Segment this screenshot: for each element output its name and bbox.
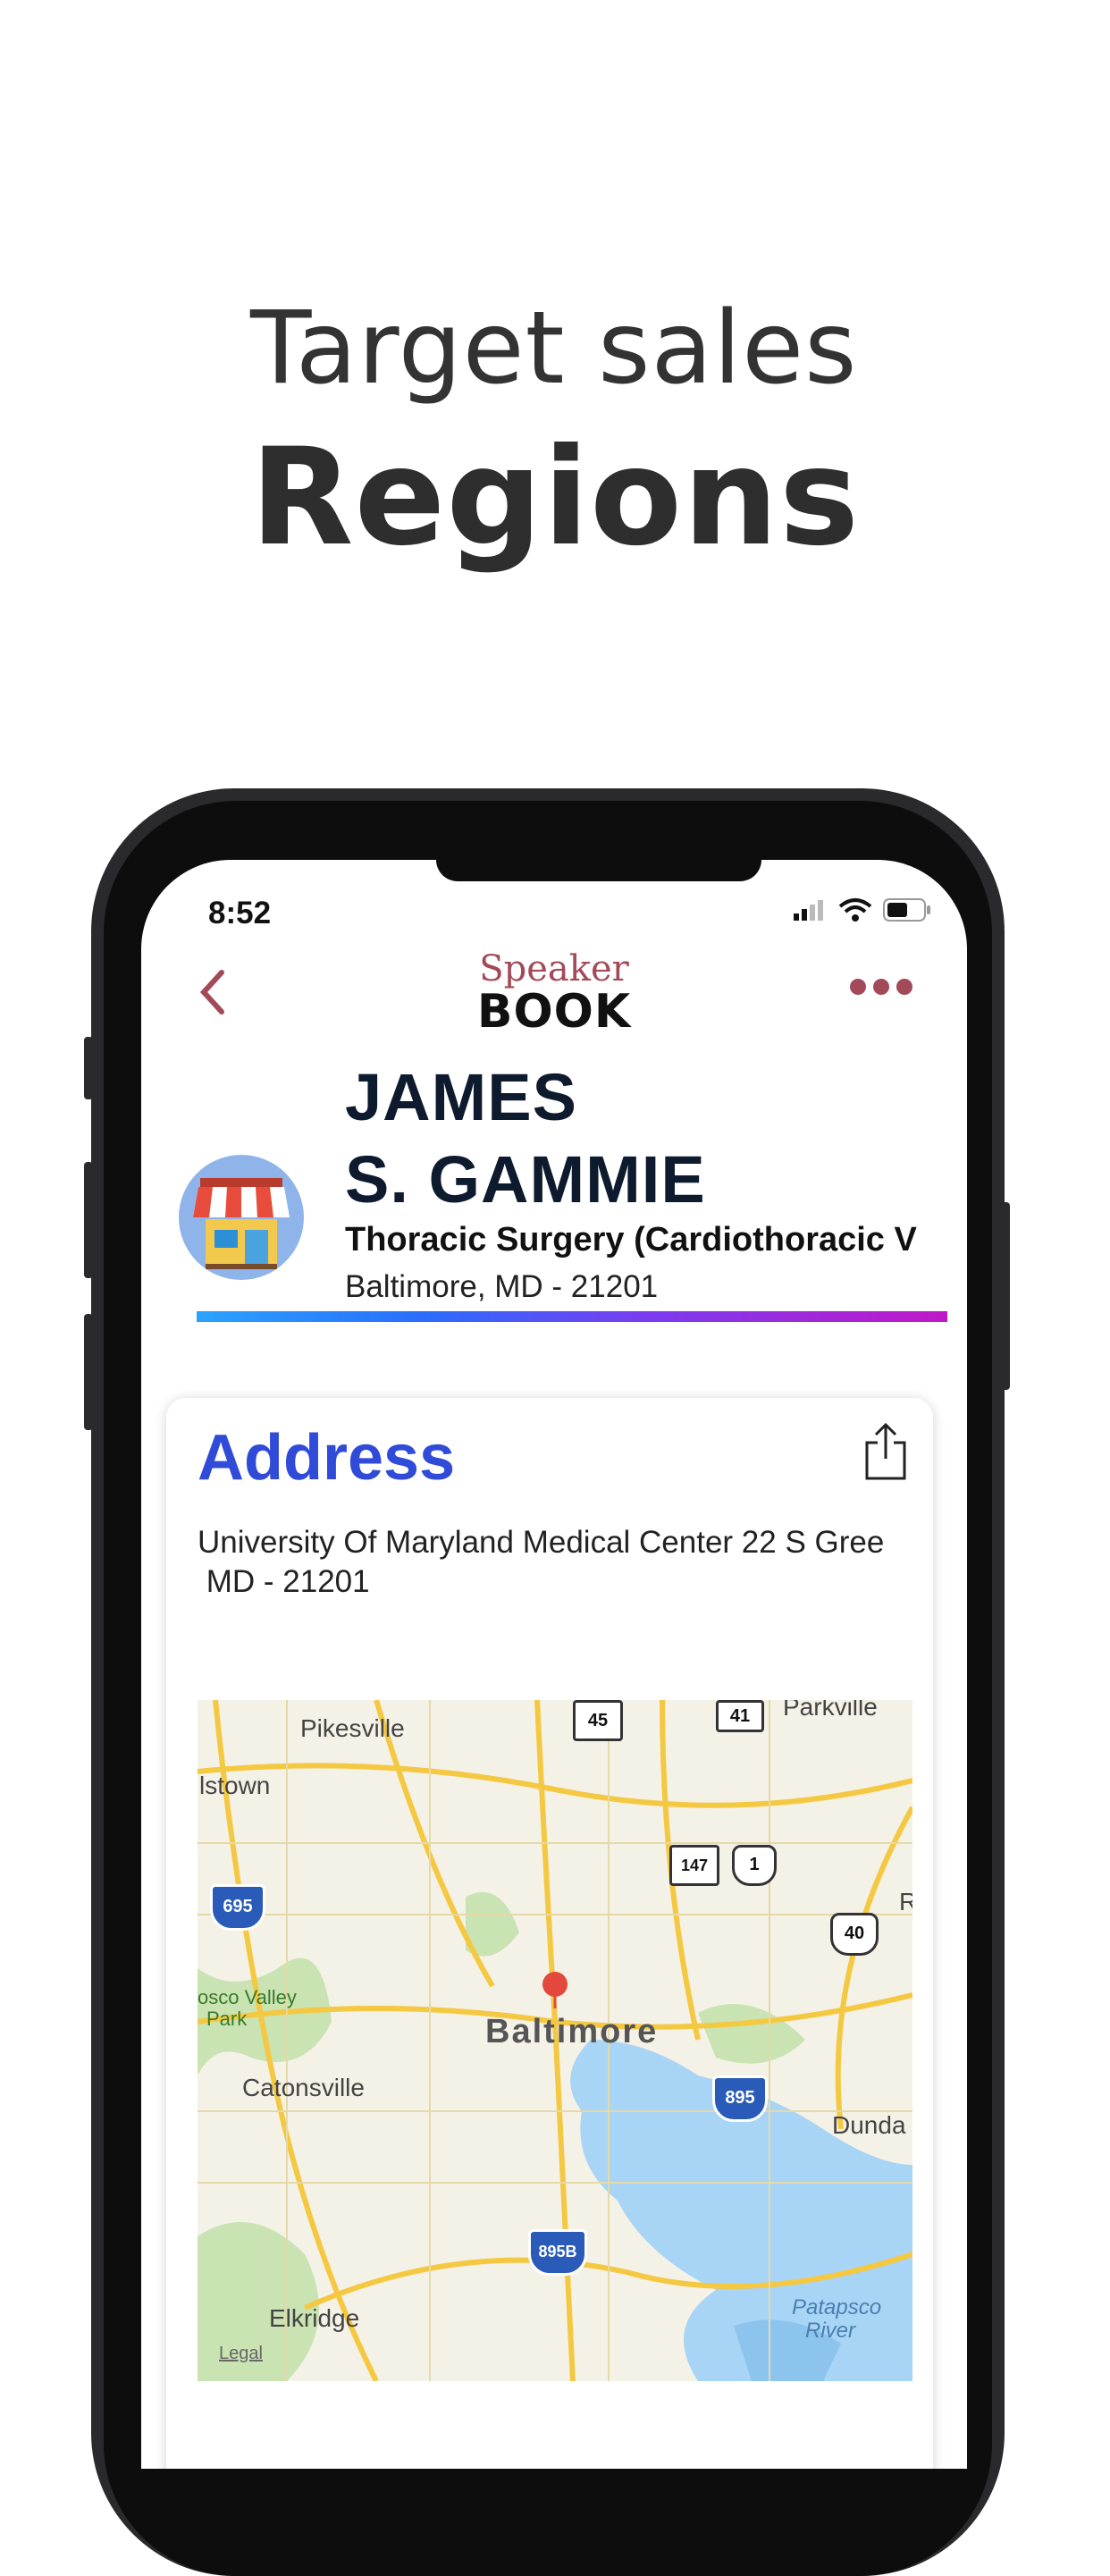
location-map[interactable]: Pikesville Parkville lstown Baltimore Ca… (198, 1700, 912, 2381)
battery-icon (883, 898, 930, 922)
map-label-lstown: lstown (199, 1772, 271, 1799)
map-label-legal[interactable]: Legal (219, 2344, 263, 2364)
profile-name-line2: S. GAMMIE (345, 1142, 706, 1216)
status-icons (792, 897, 931, 922)
map-label-catonsville: Catonsville (242, 2074, 365, 2101)
map-label-parkville: Parkville (783, 1700, 878, 1721)
avatar (179, 1155, 304, 1280)
profile-name-line1: JAMES (345, 1060, 577, 1134)
map-label-dunda: Dunda (832, 2111, 906, 2139)
shield-us40: 40 (830, 1913, 879, 1956)
profile-name: JAMES S. GAMMIE (345, 1056, 953, 1221)
gradient-divider (197, 1311, 947, 1322)
status-time: 8:52 (208, 896, 272, 930)
storefront-icon (193, 1178, 290, 1269)
ellipsis-icon[interactable] (849, 976, 913, 998)
logo-book-text: BOOK (476, 985, 632, 1039)
phone-side-button (84, 1037, 93, 1099)
shield-us1: 1 (732, 1845, 777, 1886)
profile-location: Baltimore, MD - 21201 (345, 1269, 659, 1304)
signal-icon (794, 900, 823, 921)
map-label-pikesville: Pikesville (300, 1714, 405, 1742)
phone-volume-up (84, 1162, 93, 1278)
profile-specialty: Thoracic Surgery (Cardiothoracic V (345, 1221, 917, 1259)
shield-md147: 147 (669, 1845, 719, 1886)
phone-power-button (1001, 1202, 1010, 1390)
shield-md45: 45 (573, 1700, 623, 1741)
shield-i895: 895 (712, 2075, 768, 2122)
logo-speaker-text: Speaker (479, 948, 629, 989)
address-title: Address (198, 1422, 456, 1494)
share-icon[interactable] (863, 1423, 908, 1480)
address-card: Address University Of Maryland Medical C… (166, 1398, 933, 2469)
app-screen: 8:52 Speaker BOOK JAMES S. GAMMIE Thorac… (141, 860, 967, 2469)
map-label-r: R (899, 1888, 912, 1915)
map-label-baltimore: Baltimore (485, 2013, 659, 2050)
wifi-icon (838, 898, 872, 922)
address-text: University Of Maryland Medical Center 22… (198, 1525, 885, 1599)
app-logo: Speaker BOOK (141, 949, 967, 1035)
map-label-patapsco: Patapsco (792, 2295, 882, 2319)
shield-md41: 41 (716, 1700, 764, 1732)
shield-i695: 695 (210, 1884, 265, 1931)
promo-title: Regions (250, 420, 861, 576)
map-label-elkridge: Elkridge (269, 2304, 360, 2332)
map-label-park: Park (206, 2008, 248, 2030)
phone-volume-down (84, 1314, 93, 1430)
shield-i895b: 895B (528, 2229, 587, 2276)
promo-headline: Target sales (250, 290, 858, 407)
map-label-valley: osco Valley (198, 1986, 297, 2008)
notch (436, 860, 761, 881)
map-label-river: River (805, 2319, 856, 2343)
